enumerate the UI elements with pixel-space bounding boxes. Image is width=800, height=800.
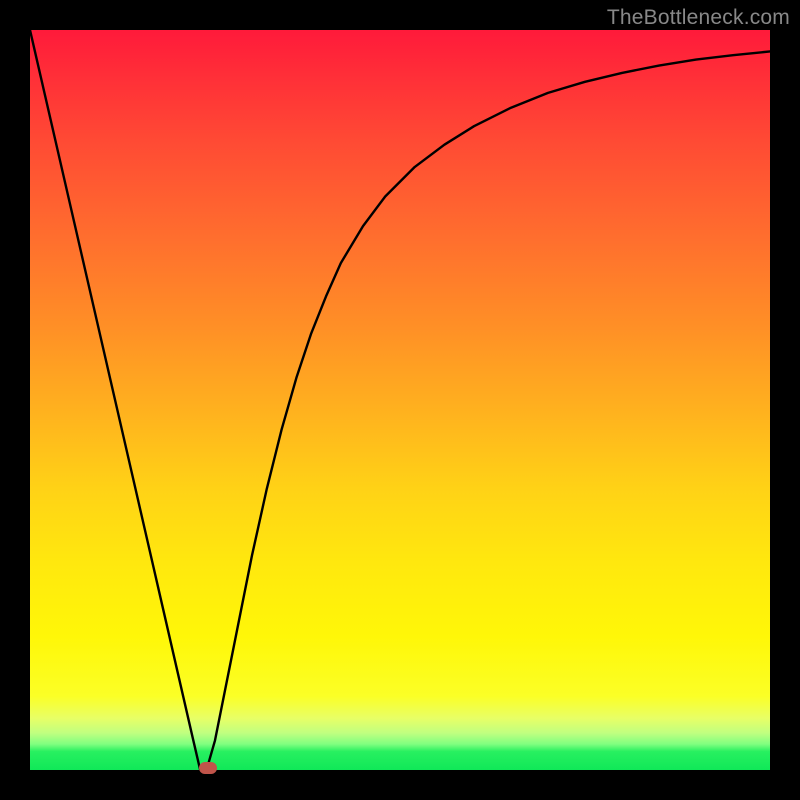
curve-path — [30, 30, 770, 770]
watermark-text: TheBottleneck.com — [607, 6, 790, 30]
optimum-marker — [199, 762, 217, 774]
bottleneck-curve — [30, 30, 770, 770]
